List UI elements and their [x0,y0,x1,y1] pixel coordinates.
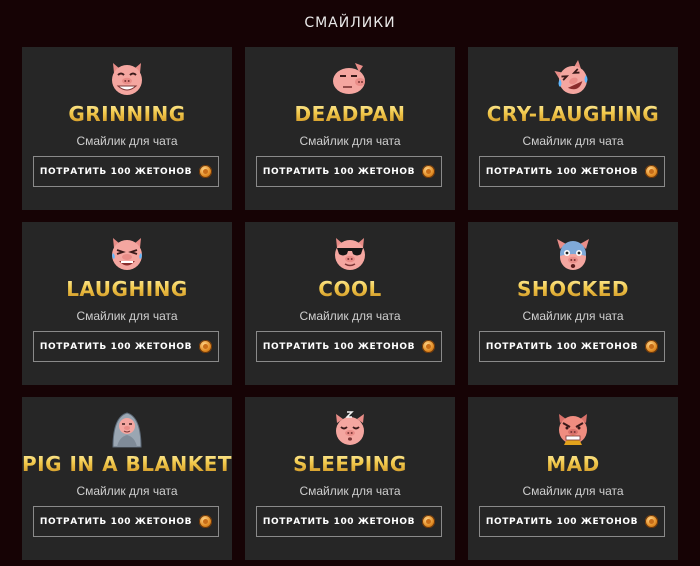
emoji-card-cool: COOL Смайлик для чата ПОТРАТИТЬ 100 ЖЕТО… [245,222,455,385]
cry-laughing-pig-icon [551,57,595,101]
grinning-pig-icon [105,57,149,101]
token-coin-icon [645,165,659,178]
buy-button-label: ПОТРАТИТЬ 100 ЖЕТОНОВ [485,341,639,352]
buy-button-label: ПОТРАТИТЬ 100 ЖЕТОНОВ [262,341,416,352]
emoji-name: LAUGHING [66,277,188,301]
buy-button-label: ПОТРАТИТЬ 100 ЖЕТОНОВ [39,516,193,527]
page-title: СМАЙЛИКИ [304,15,396,31]
token-coin-icon [199,340,213,353]
buy-button[interactable]: ПОТРАТИТЬ 100 ЖЕТОНОВ [256,156,442,187]
token-coin-icon [199,515,213,528]
emoji-name: SLEEPING [293,452,407,476]
buy-button[interactable]: ПОТРАТИТЬ 100 ЖЕТОНОВ [33,331,219,362]
token-coin-icon [422,515,436,528]
emoji-subtitle: Смайлик для чата [299,484,401,498]
buy-button-label: ПОТРАТИТЬ 100 ЖЕТОНОВ [39,166,193,177]
emoji-name: GRINNING [68,102,186,126]
emoji-subtitle: Смайлик для чата [76,309,178,323]
emoji-card-pig-in-a-blanket: PIG IN A BLANKET Смайлик для чата ПОТРАТ… [22,397,232,560]
emoji-name: MAD [546,452,600,476]
sleeping-pig-icon [328,407,372,451]
mad-pig-icon [551,407,595,451]
emoji-card-grinning: GRINNING Смайлик для чата ПОТРАТИТЬ 100 … [22,47,232,210]
pig-in-a-blanket-icon [105,407,149,451]
buy-button-label: ПОТРАТИТЬ 100 ЖЕТОНОВ [39,341,193,352]
token-coin-icon [645,340,659,353]
emoji-subtitle: Смайлик для чата [522,309,624,323]
emoji-card-deadpan: DEADPAN Смайлик для чата ПОТРАТИТЬ 100 Ж… [245,47,455,210]
token-coin-icon [422,165,436,178]
emoji-subtitle: Смайлик для чата [299,134,401,148]
cool-pig-icon [328,232,372,276]
emoji-name: DEADPAN [294,102,406,126]
emoji-name: SHOCKED [516,277,630,301]
buy-button[interactable]: ПОТРАТИТЬ 100 ЖЕТОНОВ [479,156,665,187]
buy-button-label: ПОТРАТИТЬ 100 ЖЕТОНОВ [262,516,416,527]
buy-button[interactable]: ПОТРАТИТЬ 100 ЖЕТОНОВ [256,331,442,362]
emoji-subtitle: Смайлик для чата [299,309,401,323]
emoji-subtitle: Смайлик для чата [522,134,624,148]
buy-button-label: ПОТРАТИТЬ 100 ЖЕТОНОВ [485,166,639,177]
token-coin-icon [645,515,659,528]
deadpan-pig-icon [328,57,372,101]
emoji-subtitle: Смайлик для чата [522,484,624,498]
laughing-pig-icon [105,232,149,276]
emoji-name: CRY-LAUGHING [486,102,660,126]
token-coin-icon [422,340,436,353]
buy-button-label: ПОТРАТИТЬ 100 ЖЕТОНОВ [262,166,416,177]
emoji-grid: GRINNING Смайлик для чата ПОТРАТИТЬ 100 … [22,47,678,560]
shocked-pig-icon [551,232,595,276]
emoji-card-laughing: LAUGHING Смайлик для чата ПОТРАТИТЬ 100 … [22,222,232,385]
buy-button[interactable]: ПОТРАТИТЬ 100 ЖЕТОНОВ [479,506,665,537]
token-coin-icon [199,165,213,178]
emoji-name: PIG IN A BLANKET [21,452,233,476]
emoji-name: COOL [318,277,382,301]
emoji-card-sleeping: SLEEPING Смайлик для чата ПОТРАТИТЬ 100 … [245,397,455,560]
page-header: СМАЙЛИКИ [0,0,700,46]
emoji-card-mad: MAD Смайлик для чата ПОТРАТИТЬ 100 ЖЕТОН… [468,397,678,560]
buy-button[interactable]: ПОТРАТИТЬ 100 ЖЕТОНОВ [33,156,219,187]
buy-button[interactable]: ПОТРАТИТЬ 100 ЖЕТОНОВ [479,331,665,362]
buy-button[interactable]: ПОТРАТИТЬ 100 ЖЕТОНОВ [33,506,219,537]
emoji-card-cry-laughing: CRY-LAUGHING Смайлик для чата ПОТРАТИТЬ … [468,47,678,210]
emoji-card-shocked: SHOCKED Смайлик для чата ПОТРАТИТЬ 100 Ж… [468,222,678,385]
emoji-subtitle: Смайлик для чата [76,134,178,148]
emoji-subtitle: Смайлик для чата [76,484,178,498]
buy-button-label: ПОТРАТИТЬ 100 ЖЕТОНОВ [485,516,639,527]
buy-button[interactable]: ПОТРАТИТЬ 100 ЖЕТОНОВ [256,506,442,537]
